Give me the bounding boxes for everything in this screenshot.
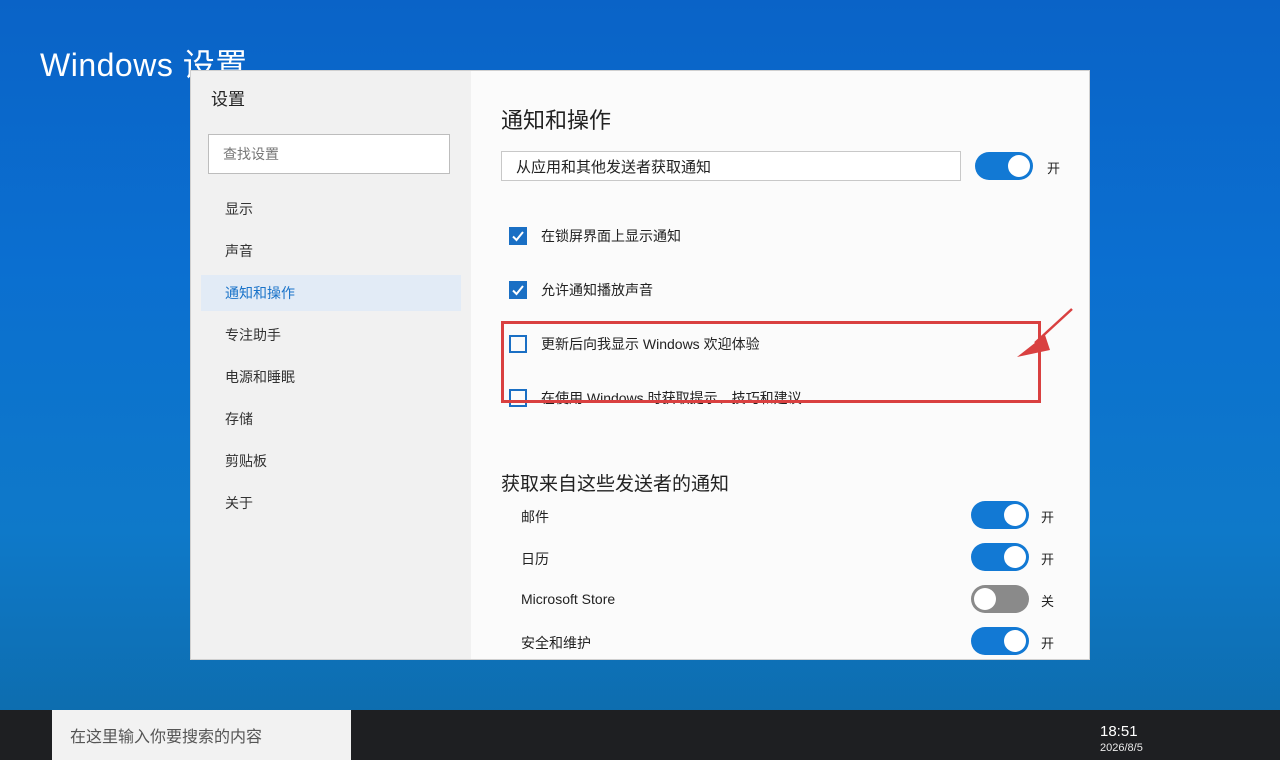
get-notifications-state: 开 [1047,161,1061,176]
toggle-knob [1004,504,1026,526]
toggle-knob [1008,155,1030,177]
checkbox-row-sound[interactable]: 允许通知播放声音 [509,280,653,300]
sidebar-item-storage[interactable]: 存储 [201,401,461,437]
settings-search-input[interactable]: 查找设置 [208,134,450,174]
sender-name-mail: 邮件 [521,509,549,525]
sender-name-store: Microsoft Store [521,591,616,607]
clock-time[interactable]: 18:51 [1100,723,1138,740]
checkbox-label: 允许通知播放声音 [541,282,653,298]
sender-toggle-store[interactable] [971,585,1029,613]
red-arrow-icon [1017,308,1073,357]
checkbox-checked-icon[interactable] [509,227,527,245]
sidebar-item-notifications[interactable]: 通知和操作 [201,275,461,311]
toggle-knob [974,588,996,610]
senders-heading: 获取来自这些发送者的通知 [501,474,730,495]
sidebar-nav: 显示 声音 通知和操作 专注助手 电源和睡眠 存储 剪贴板 关于 [201,191,461,527]
page-title: 通知和操作 [501,108,612,133]
sidebar-item-power-sleep[interactable]: 电源和睡眠 [201,359,461,395]
get-notifications-toggle[interactable] [975,152,1033,180]
sidebar-item-focus-assist[interactable]: 专注助手 [201,317,461,353]
taskbar: 在这里输入你要搜索的内容 18:51 2026/8/5 [0,710,1280,760]
toggle-knob [1004,546,1026,568]
sidebar-item-display[interactable]: 显示 [201,191,461,227]
sender-state-mail: 开 [1041,510,1055,525]
checkbox-row-lockscreen[interactable]: 在锁屏界面上显示通知 [509,226,681,246]
window-title: 设置 [211,90,245,109]
sidebar: 设置 查找设置 显示 声音 通知和操作 专注助手 电源和睡眠 存储 剪贴板 关于 [191,71,471,659]
taskbar-search-input[interactable]: 在这里输入你要搜索的内容 [52,710,351,760]
clock-date[interactable]: 2026/8/5 [1100,742,1143,754]
sender-state-store: 关 [1041,594,1055,609]
sender-state-calendar: 开 [1041,552,1055,567]
sender-toggle-security[interactable] [971,627,1029,655]
get-notifications-label: 从应用和其他发送者获取通知 [501,151,961,181]
sidebar-item-clipboard[interactable]: 剪贴板 [201,443,461,479]
checkbox-label: 在锁屏界面上显示通知 [541,228,681,244]
sender-toggle-mail[interactable] [971,501,1029,529]
sender-name-security: 安全和维护 [521,635,591,651]
sidebar-item-about[interactable]: 关于 [201,485,461,521]
sender-toggle-calendar[interactable] [971,543,1029,571]
toggle-knob [1004,630,1026,652]
checkbox-checked-icon[interactable] [509,281,527,299]
sender-name-calendar: 日历 [521,551,549,567]
sender-state-security: 开 [1041,636,1055,651]
sidebar-item-sound[interactable]: 声音 [201,233,461,269]
